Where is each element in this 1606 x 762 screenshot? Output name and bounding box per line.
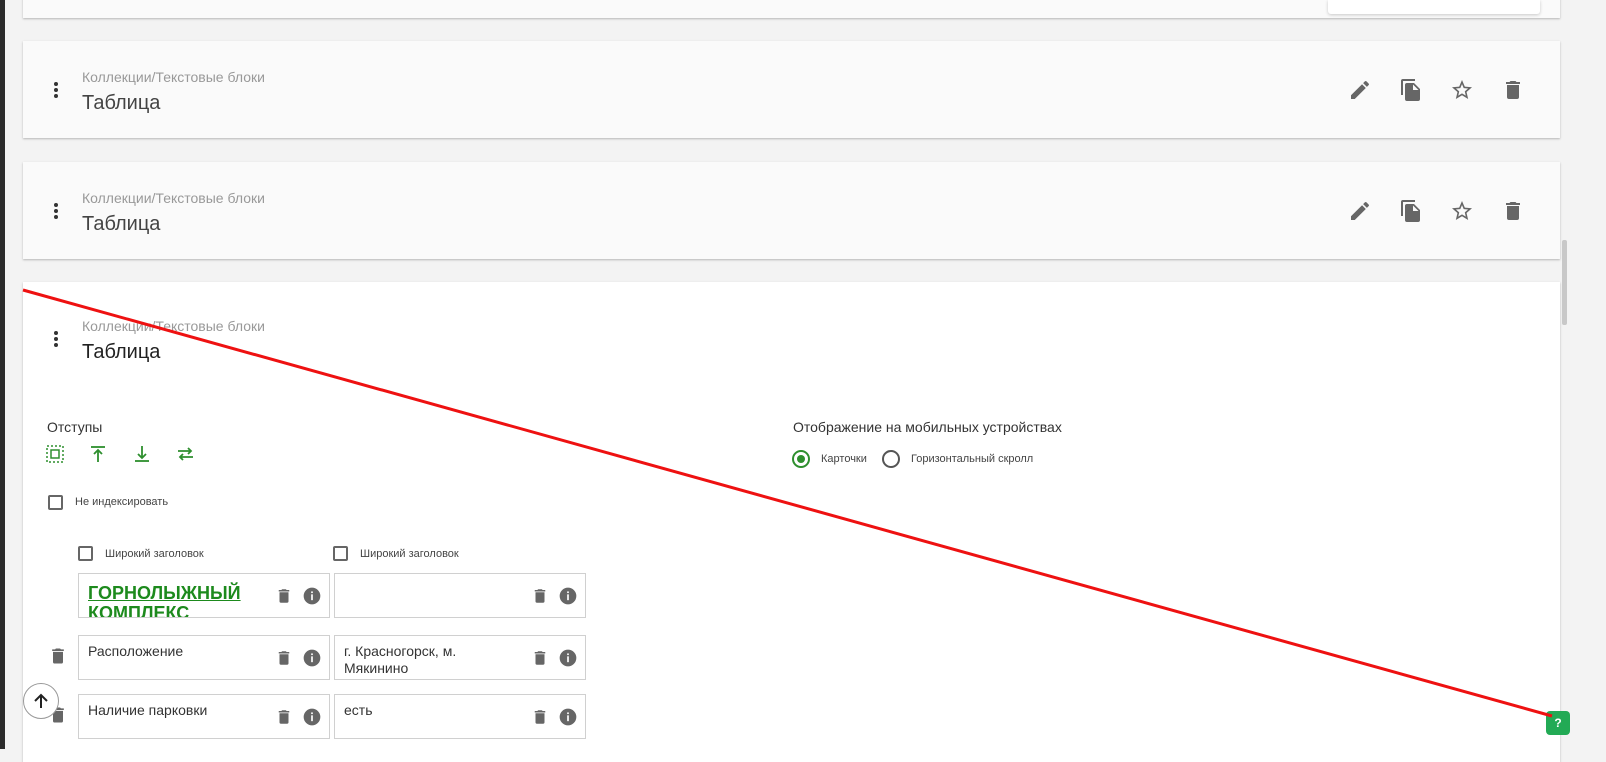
no-index-checkbox[interactable]: [48, 495, 63, 510]
cell-text: г. Красногорск, м. Мякинино: [344, 643, 457, 676]
table-cell[interactable]: Наличие парковки: [78, 694, 330, 739]
wide-header-checkbox-1[interactable]: [78, 546, 93, 561]
drag-handle-icon[interactable]: [50, 201, 62, 221]
copy-icon[interactable]: [1399, 199, 1423, 223]
drag-handle-icon[interactable]: [50, 329, 62, 349]
margin-bottom-icon[interactable]: [133, 445, 151, 463]
left-edge: [0, 0, 5, 749]
star-icon[interactable]: [1450, 199, 1474, 223]
info-icon[interactable]: [302, 586, 322, 606]
info-icon[interactable]: [302, 648, 322, 668]
trash-icon[interactable]: [531, 708, 549, 726]
margin-horizontal-icon[interactable]: [176, 445, 195, 463]
info-icon[interactable]: [558, 707, 578, 727]
header-cell-text: ГОРНОЛЫЖНЫЙ КОМПЛЕКС: [88, 583, 241, 618]
cell-text: Расположение: [88, 643, 184, 659]
table-header-cell[interactable]: [334, 573, 586, 618]
breadcrumb: Коллекции/Текстовые блоки: [82, 190, 265, 206]
arrow-up-icon: [34, 693, 48, 708]
block-card-1[interactable]: Коллекции/Текстовые блоки Таблица: [23, 41, 1560, 138]
trash-icon[interactable]: [275, 587, 293, 605]
info-icon[interactable]: [302, 707, 322, 727]
mobile-display-label: Отображение на мобильных устройствах: [793, 419, 1062, 435]
wide-header-label: Широкий заголовок: [105, 548, 204, 560]
radio-cards-label: Карточки: [821, 453, 867, 465]
edit-icon[interactable]: [1348, 199, 1372, 223]
scroll-to-top-button[interactable]: [23, 683, 59, 719]
margin-all-icon[interactable]: [46, 445, 64, 463]
block-title: Таблица: [82, 213, 161, 235]
trash-icon[interactable]: [275, 649, 293, 667]
table-cell[interactable]: г. Красногорск, м. Мякинино: [334, 635, 586, 680]
table-cell[interactable]: Расположение: [78, 635, 330, 680]
drag-handle-icon[interactable]: [50, 80, 62, 100]
info-icon[interactable]: [558, 586, 578, 606]
radio-cards[interactable]: [792, 450, 810, 468]
copy-icon[interactable]: [1399, 78, 1423, 102]
scrollbar-thumb[interactable]: [1562, 240, 1567, 325]
breadcrumb: Коллекции/Текстовые блоки: [82, 318, 265, 334]
margins-label: Отступы: [47, 419, 103, 435]
row-trash-icon[interactable]: [48, 646, 68, 666]
edit-icon[interactable]: [1348, 78, 1372, 102]
card-actions: [1348, 199, 1525, 223]
block-title: Таблица: [82, 341, 161, 363]
wide-header-label: Широкий заголовок: [360, 548, 459, 560]
card-actions: [1348, 78, 1525, 102]
trash-icon[interactable]: [1501, 78, 1525, 102]
table-header-cell[interactable]: ГОРНОЛЫЖНЫЙ КОМПЛЕКС: [78, 573, 330, 618]
table-cell[interactable]: есть: [334, 694, 586, 739]
margin-top-icon[interactable]: [89, 445, 107, 463]
star-icon[interactable]: [1450, 78, 1474, 102]
block-title: Таблица: [82, 92, 161, 114]
radio-horizontal-scroll-label: Горизонтальный скролл: [911, 453, 1034, 465]
trash-icon[interactable]: [531, 587, 549, 605]
trash-icon[interactable]: [1501, 199, 1525, 223]
block-card-expanded: Коллекции/Текстовые блоки Таблица Отступ…: [23, 282, 1560, 762]
block-card-2[interactable]: Коллекции/Текстовые блоки Таблица: [23, 162, 1560, 259]
radio-horizontal-scroll[interactable]: [882, 450, 900, 468]
dropdown-popup: [1328, 0, 1540, 14]
breadcrumb: Коллекции/Текстовые блоки: [82, 69, 265, 85]
no-index-label: Не индексировать: [75, 496, 169, 508]
wide-header-checkbox-2[interactable]: [333, 546, 348, 561]
info-icon[interactable]: [558, 648, 578, 668]
cell-text: есть: [344, 702, 373, 718]
cell-text: Наличие парковки: [88, 702, 208, 718]
help-widget-button[interactable]: ?: [1546, 711, 1570, 735]
trash-icon[interactable]: [275, 708, 293, 726]
trash-icon[interactable]: [531, 649, 549, 667]
